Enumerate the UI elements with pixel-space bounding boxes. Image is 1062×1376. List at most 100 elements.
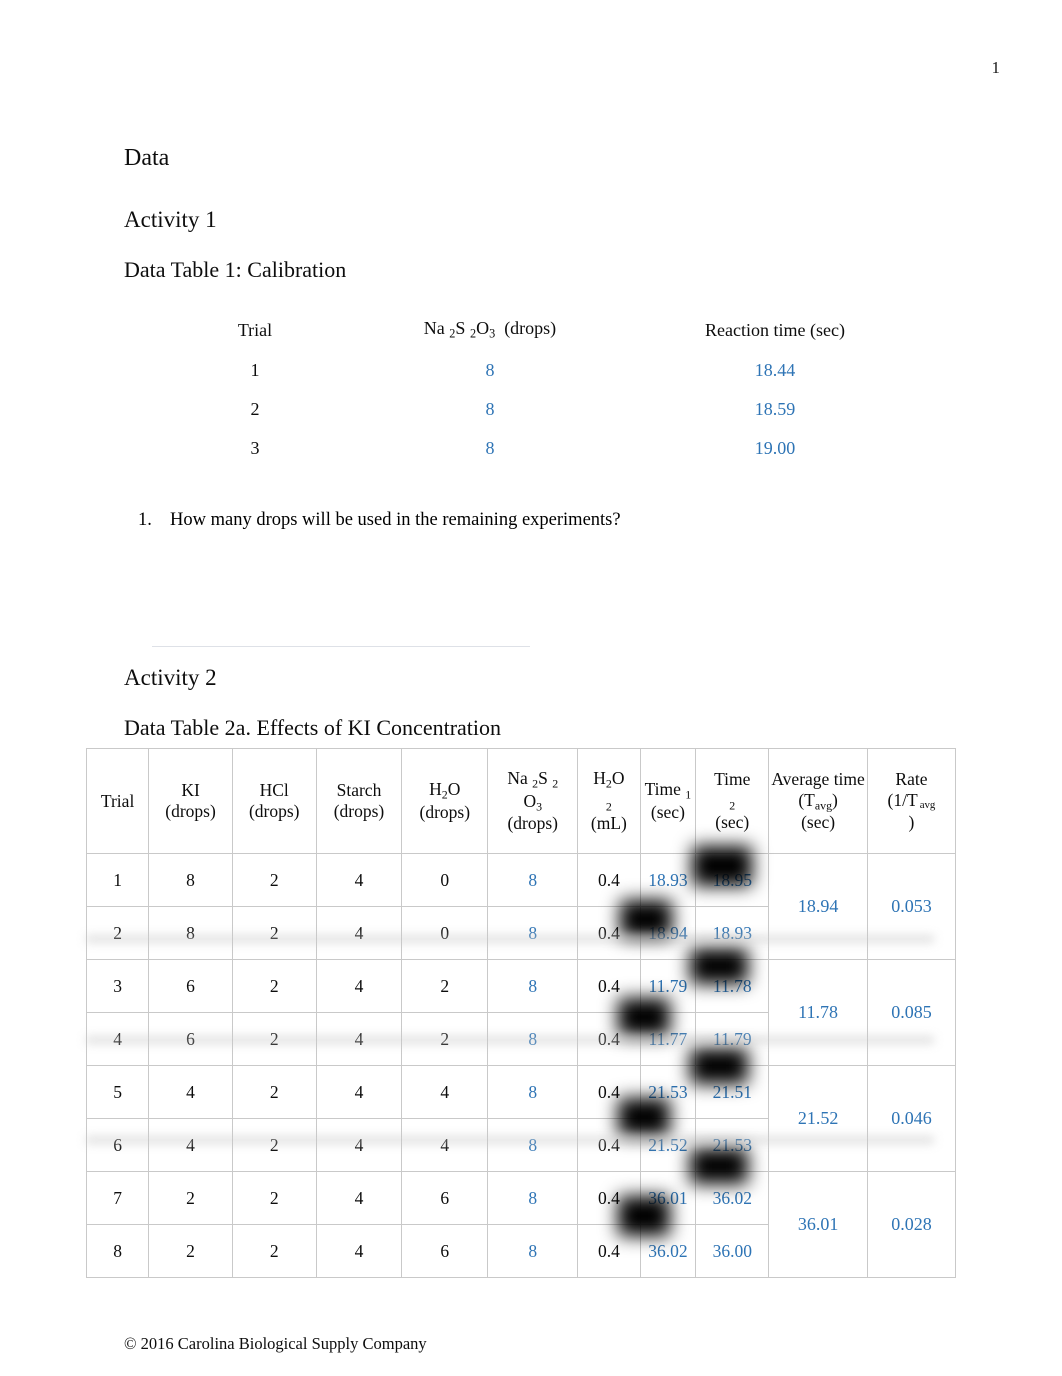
header-time1-word: Time [644, 779, 681, 800]
cell-water: 4 [401, 1065, 489, 1119]
cell-time-1: 18.94 [639, 906, 697, 960]
header-time1-sub: 1 [685, 787, 692, 802]
header-hcl-name: HCl [259, 780, 289, 801]
header-thio-o: O [523, 790, 537, 811]
header-avg-word: Average time [771, 769, 865, 790]
cell-time-2: 11.78 [695, 959, 770, 1013]
header-starch-unit: (drops) [333, 801, 385, 821]
cell-time-2: 11.79 [695, 1012, 770, 1066]
table-1-caption: Data Table 1: Calibration [124, 257, 347, 283]
cell-ki: 2 [148, 1224, 233, 1278]
header-water-unit: (drops) [419, 801, 471, 822]
header-per-sub2: 2 [605, 799, 612, 813]
cell-ki: 6 [148, 959, 233, 1013]
cell-peroxide: 0.4 [577, 1224, 641, 1278]
cell-reaction-time: 19.00 [754, 437, 796, 458]
header-ki-name: KI [181, 780, 200, 801]
cell-ki: 4 [148, 1065, 233, 1119]
cell-trial: 2 [85, 906, 150, 960]
cell-hcl: 2 [231, 1171, 317, 1225]
cell-thiosulfate: 8 [487, 1012, 579, 1066]
col-header-rate: Rate (1/T avg ) [866, 748, 957, 854]
calibration-table: Trial Na 2S 2O3 (drops) Reaction time (s… [170, 309, 910, 467]
header-time2-unit: (sec) [715, 812, 750, 833]
cell-peroxide: 0.4 [577, 853, 641, 907]
header-rate-sub: avg [919, 799, 936, 812]
formula-o: O [476, 318, 490, 339]
table-row: 5 4 2 4 4 8 0.4 21.53 21.51 21.52 0.046 [85, 1065, 957, 1172]
cell-water: 2 [401, 1012, 489, 1066]
question-1: 1. How many drops will be used in the re… [138, 510, 944, 531]
cell-time-1: 11.77 [639, 1012, 697, 1066]
cell-rate: 0.053 [866, 853, 957, 960]
header-thio-sub2: 2 [552, 776, 559, 791]
header-avg-unit: (sec) [801, 812, 836, 833]
data-table-2a: Trial KI (drops) HCl (drops) Starch (dro… [85, 748, 957, 1278]
formula-sub-3: 3 [489, 326, 496, 341]
header-per-o: O [611, 768, 625, 789]
cell-average-time: 18.94 [768, 853, 868, 960]
cell-drops: 8 [485, 398, 495, 419]
cell-time-1: 36.01 [639, 1171, 697, 1225]
cell-trial: 8 [85, 1224, 150, 1278]
cell-time-1: 36.02 [639, 1224, 697, 1278]
col-header-starch: Starch (drops) [315, 748, 403, 854]
cell-hcl: 2 [231, 1012, 317, 1066]
header-time2-sub: 2 [729, 798, 736, 813]
table-row: 3 6 2 4 2 8 0.4 11.79 11.78 11.78 0.085 [85, 959, 957, 1066]
cell-water: 0 [401, 906, 489, 960]
cell-trial: 1 [85, 853, 150, 907]
cell-trial: 3 [85, 959, 150, 1013]
cell-water: 2 [401, 959, 489, 1013]
cell-peroxide: 0.4 [577, 1171, 641, 1225]
page-number: 1 [991, 58, 1001, 77]
cell-ki: 8 [148, 906, 233, 960]
cell-rate: 0.085 [866, 959, 957, 1066]
data-table-2a-body: 1 8 2 4 0 8 0.4 18.93 18.95 18.94 0.053 … [85, 853, 957, 1278]
cell-ki: 8 [148, 853, 233, 907]
cell-hcl: 2 [231, 906, 317, 960]
cell-thiosulfate: 8 [487, 1118, 579, 1172]
col-header-thiosulfate: Na 2S 2 O3 (drops) [487, 748, 579, 854]
header-water-o: O [447, 779, 461, 800]
cell-drops: 8 [485, 359, 495, 380]
cell-time-1: 11.79 [639, 959, 697, 1013]
header-time2-word: Time [714, 769, 751, 790]
table-2a-caption: Data Table 2a. Effects of KI Concentrati… [124, 715, 502, 741]
cell-trial: 2 [250, 398, 260, 419]
cell-trial: 5 [85, 1065, 150, 1119]
cell-hcl: 2 [231, 1118, 317, 1172]
cell-time-2: 36.02 [695, 1171, 770, 1225]
cell-thiosulfate: 8 [487, 1065, 579, 1119]
cell-time-1: 18.93 [639, 853, 697, 907]
cell-reaction-time: 18.59 [754, 398, 796, 419]
cell-ki: 2 [148, 1171, 233, 1225]
header-hcl-unit: (drops) [248, 801, 300, 821]
table-row: 2 8 18.59 [170, 390, 910, 429]
header-thio-unit: (drops) [507, 813, 559, 834]
header-rate-open: (1/T [887, 789, 918, 810]
page-footer: © 2016 Carolina Biological Supply Compan… [124, 1334, 427, 1353]
cell-starch: 4 [315, 1065, 403, 1119]
col-header-ki: KI (drops) [148, 748, 233, 854]
cell-hcl: 2 [231, 853, 317, 907]
col-header-peroxide: H2O 2 (mL) [577, 748, 641, 854]
cell-thiosulfate: 8 [487, 1171, 579, 1225]
cell-hcl: 2 [231, 1065, 317, 1119]
cell-water: 6 [401, 1224, 489, 1278]
cell-water: 6 [401, 1171, 489, 1225]
cell-starch: 4 [315, 906, 403, 960]
header-ki-unit: (drops) [165, 801, 216, 821]
cell-ki: 6 [148, 1012, 233, 1066]
cell-peroxide: 0.4 [577, 906, 641, 960]
question-number: 1. [138, 509, 152, 530]
cell-starch: 4 [315, 959, 403, 1013]
cell-thiosulfate: 8 [487, 853, 579, 907]
header-starch-name: Starch [336, 780, 382, 801]
cell-time-2: 21.53 [695, 1118, 770, 1172]
data-table-2a-wrapper: Trial KI (drops) HCl (drops) Starch (dro… [85, 748, 957, 1278]
cell-rate: 0.028 [866, 1171, 957, 1278]
cell-water: 4 [401, 1118, 489, 1172]
col-header-trial: Trial [237, 319, 273, 340]
document-body-top: Data Activity 1 Data Table 1: Calibratio… [124, 144, 944, 531]
